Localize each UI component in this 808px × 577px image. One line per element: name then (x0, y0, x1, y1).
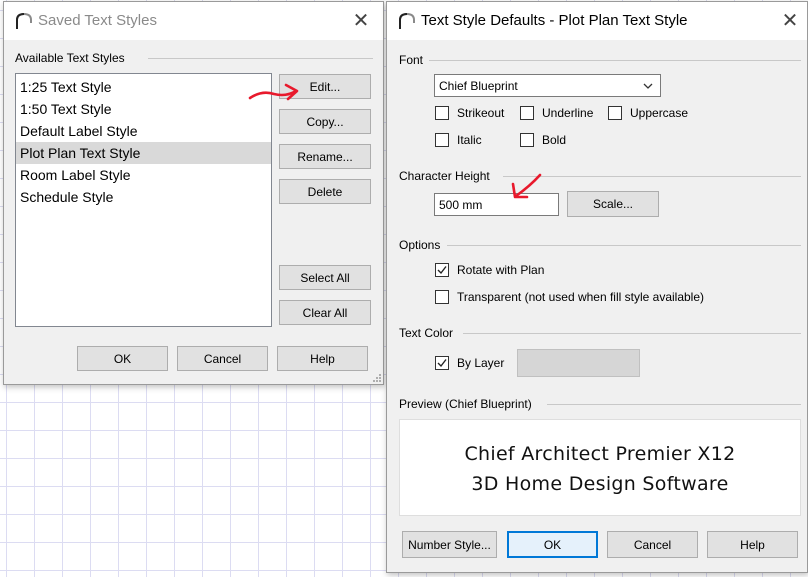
defaults-ok-button[interactable]: OK (507, 531, 598, 558)
group-divider (463, 333, 801, 334)
font-select[interactable]: Chief Blueprint (434, 74, 661, 97)
preview-line-1: Chief Architect Premier X12 (464, 443, 736, 465)
italic-label: Italic (457, 133, 482, 147)
annotation-arrow-icon (511, 173, 542, 199)
list-item[interactable]: 1:25 Text Style (16, 76, 271, 98)
rename-button[interactable]: Rename... (279, 144, 371, 169)
character-height-group-label: Character Height (399, 169, 490, 183)
rotate-with-plan-label: Rotate with Plan (457, 263, 545, 277)
underline-label: Underline (542, 106, 594, 120)
text-color-swatch[interactable] (517, 349, 640, 377)
by-layer-checkbox[interactable] (435, 356, 449, 370)
saved-dialog-titlebar[interactable]: Saved Text Styles ✕ (4, 2, 383, 40)
font-select-value: Chief Blueprint (439, 78, 518, 93)
font-group-label: Font (399, 53, 424, 67)
list-item[interactable]: Default Label Style (16, 120, 271, 142)
text-preview-box: Chief Architect Premier X12 3D Home Desi… (399, 419, 801, 516)
available-styles-label: Available Text Styles (15, 51, 125, 65)
character-height-value: 500 mm (439, 197, 483, 212)
bold-label: Bold (542, 133, 567, 147)
bold-checkbox[interactable] (520, 133, 534, 147)
annotation-arrow-icon (248, 83, 299, 101)
underline-checkbox[interactable] (520, 106, 534, 120)
defaults-help-button[interactable]: Help (707, 531, 798, 558)
checkmark-icon (437, 266, 447, 275)
defaults-dialog-title: Text Style Defaults - Plot Plan Text Sty… (421, 12, 688, 29)
preview-group-label: Preview (Chief Blueprint) (399, 397, 532, 411)
group-divider (429, 60, 801, 61)
app-arch-icon (16, 12, 32, 29)
transparent-label: Transparent (not used when fill style av… (457, 290, 705, 304)
italic-checkbox[interactable] (435, 133, 449, 147)
text-style-defaults-dialog: Text Style Defaults - Plot Plan Text Sty… (386, 1, 808, 573)
text-styles-listbox[interactable]: 1:25 Text Style 1:50 Text Style Default La… (15, 73, 272, 327)
preview-line-2: 3D Home Design Software (471, 473, 729, 495)
saved-help-button[interactable]: Help (277, 346, 368, 371)
saved-ok-button[interactable]: OK (77, 346, 168, 371)
group-divider (547, 404, 801, 405)
list-item[interactable]: Room Label Style (16, 164, 271, 186)
number-style-button[interactable]: Number Style... (402, 531, 497, 558)
clear-all-button[interactable]: Clear All (279, 300, 371, 325)
scale-button[interactable]: Scale... (567, 191, 659, 217)
saved-dialog-title: Saved Text Styles (38, 12, 157, 29)
saved-text-styles-dialog: Saved Text Styles ✕ Available Text Style… (3, 1, 384, 385)
close-icon[interactable]: ✕ (776, 7, 804, 35)
list-item[interactable]: 1:50 Text Style (16, 98, 271, 120)
delete-button[interactable]: Delete (279, 179, 371, 204)
available-styles-label-text: Available Text Styles (15, 51, 125, 65)
defaults-dialog-titlebar[interactable]: Text Style Defaults - Plot Plan Text Sty… (387, 2, 807, 40)
app-arch-icon (399, 12, 415, 29)
group-divider (447, 245, 801, 246)
select-all-button[interactable]: Select All (279, 265, 371, 290)
resize-grip-icon[interactable] (372, 373, 382, 383)
text-color-group-label: Text Color (399, 326, 454, 340)
chevron-down-icon (643, 83, 653, 89)
strikeout-checkbox[interactable] (435, 106, 449, 120)
list-item[interactable]: Plot Plan Text Style (16, 142, 271, 164)
copy-button[interactable]: Copy... (279, 109, 371, 134)
group-divider (148, 58, 373, 59)
uppercase-checkbox[interactable] (608, 106, 622, 120)
close-icon[interactable]: ✕ (347, 7, 375, 35)
by-layer-label: By Layer (457, 356, 505, 370)
transparent-checkbox[interactable] (435, 290, 449, 304)
strikeout-label: Strikeout (457, 106, 505, 120)
list-item[interactable]: Schedule Style (16, 186, 271, 208)
options-group-label: Options (399, 238, 441, 252)
defaults-cancel-button[interactable]: Cancel (607, 531, 698, 558)
group-divider (503, 176, 801, 177)
uppercase-label: Uppercase (630, 106, 689, 120)
saved-cancel-button[interactable]: Cancel (177, 346, 268, 371)
rotate-with-plan-checkbox[interactable] (435, 263, 449, 277)
checkmark-icon (437, 359, 447, 368)
